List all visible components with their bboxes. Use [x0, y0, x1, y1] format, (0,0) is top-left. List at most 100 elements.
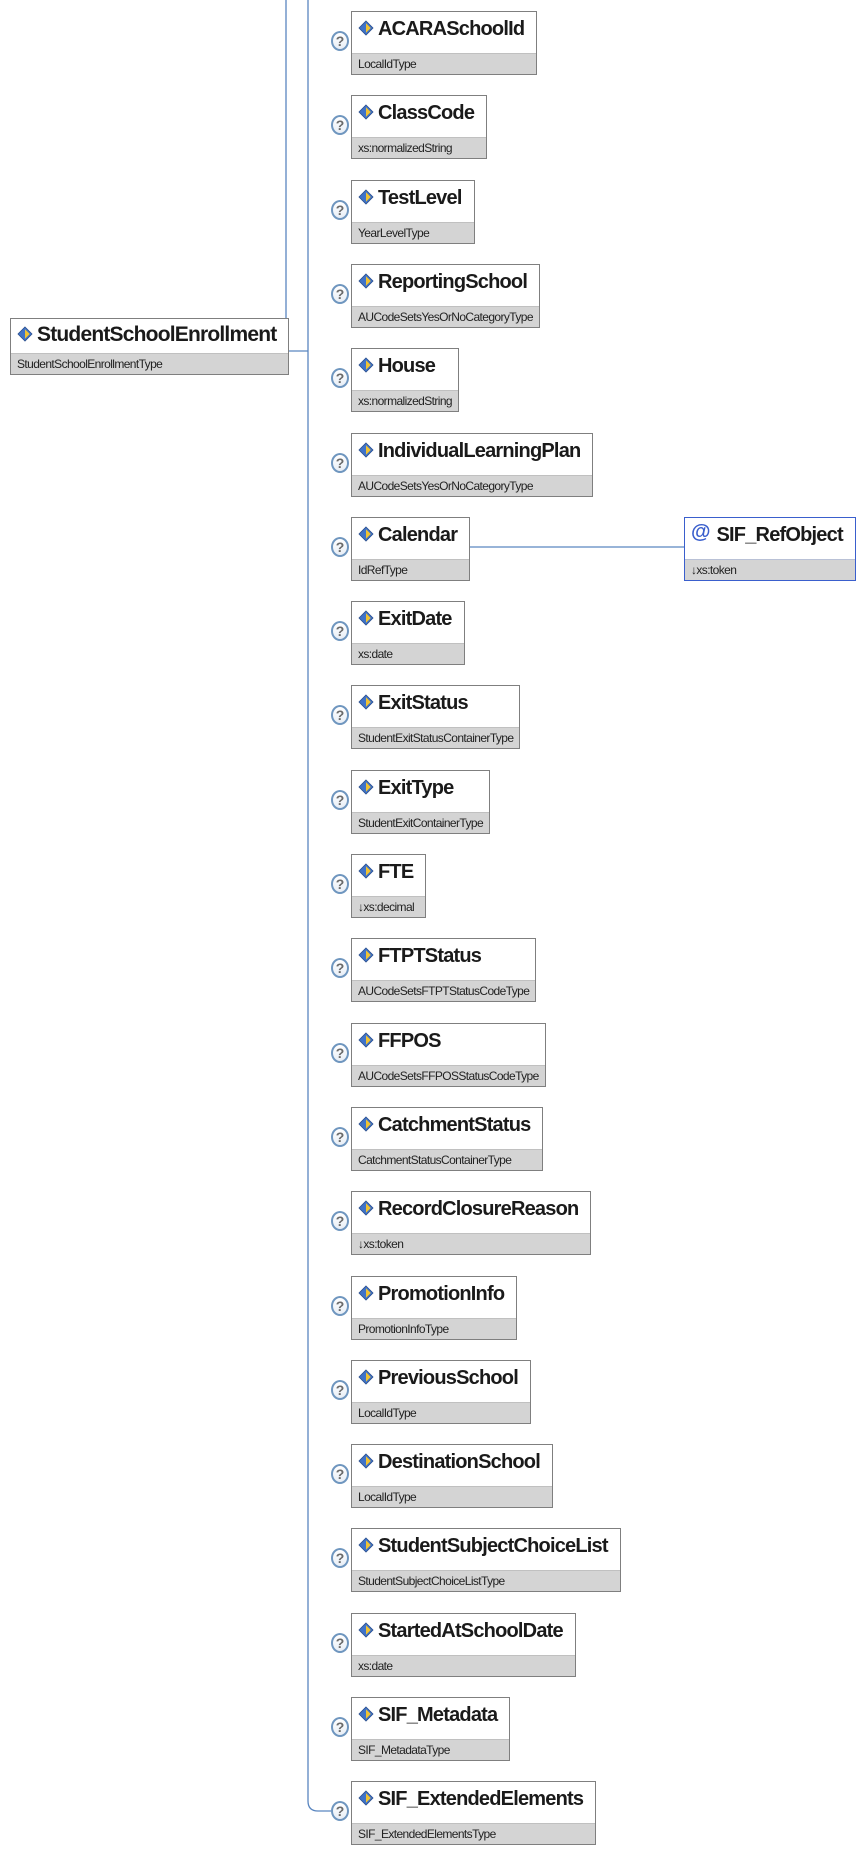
child-element-box[interactable]: FTE ↓xs:decimal	[351, 854, 427, 918]
element-icon	[358, 20, 374, 36]
help-icon[interactable]: ?	[331, 200, 349, 220]
child-element-name: ExitStatus	[378, 692, 469, 714]
child-element-type: CatchmentStatusContainerType	[352, 1149, 543, 1170]
child-element-type: xs:date	[352, 1655, 575, 1676]
help-icon[interactable]: ?	[331, 31, 349, 51]
child-element-type: xs:normalizedString	[352, 137, 487, 158]
help-icon[interactable]: ?	[331, 1801, 349, 1821]
child-element-type: YearLevelType	[352, 222, 474, 243]
element-icon	[358, 1285, 374, 1301]
child-element-name: Calendar	[378, 524, 458, 546]
help-icon[interactable]: ?	[331, 790, 349, 810]
help-icon[interactable]: ?	[331, 1717, 349, 1737]
child-element-box[interactable]: ExitDate xs:date	[351, 601, 465, 665]
element-icon	[358, 1706, 374, 1722]
child-element-name: SIF_Metadata	[378, 1704, 498, 1726]
element-icon	[358, 1790, 374, 1806]
element-icon	[358, 273, 374, 289]
child-element-type: SIF_MetadataType	[352, 1739, 510, 1760]
root-element-type: StudentSchoolEnrollmentType	[11, 353, 289, 374]
child-element-box[interactable]: CatchmentStatus CatchmentStatusContainerT…	[351, 1107, 544, 1171]
help-icon[interactable]: ?	[331, 1043, 349, 1063]
help-icon[interactable]: ?	[331, 368, 349, 388]
element-icon	[358, 526, 374, 542]
child-element-name: RecordClosureReason	[378, 1198, 579, 1220]
child-element-name: PreviousSchool	[378, 1367, 519, 1389]
attribute-box-sif-refobject[interactable]: @ SIF_RefObject ↓xs:token	[684, 517, 856, 581]
element-icon	[358, 442, 374, 458]
element-icon	[358, 1622, 374, 1638]
element-icon	[17, 326, 33, 342]
help-icon[interactable]: ?	[331, 284, 349, 304]
child-element-name: FTPTStatus	[378, 945, 482, 967]
attribute-icon: @	[691, 521, 711, 543]
element-icon	[358, 1369, 374, 1385]
child-element-box[interactable]: ClassCode xs:normalizedString	[351, 95, 488, 159]
child-element-name: ExitDate	[378, 608, 452, 630]
child-element-type: SIF_ExtendedElementsType	[352, 1823, 596, 1844]
help-icon[interactable]: ?	[331, 874, 349, 894]
child-element-box[interactable]: ACARASchoolId LocalIdType	[351, 11, 538, 75]
child-element-type: ↓xs:decimal	[352, 896, 426, 917]
child-element-box[interactable]: ExitStatus StudentExitStatusContainerType	[351, 685, 521, 749]
child-element-box[interactable]: TestLevel YearLevelType	[351, 180, 475, 244]
child-element-box[interactable]: House xs:normalizedString	[351, 348, 459, 412]
help-icon[interactable]: ?	[331, 115, 349, 135]
root-element-box[interactable]: StudentSchoolEnrollment StudentSchoolEnr…	[10, 318, 290, 375]
element-icon	[358, 1116, 374, 1132]
help-icon[interactable]: ?	[331, 705, 349, 725]
child-element-box[interactable]: SIF_Metadata SIF_MetadataType	[351, 1697, 511, 1761]
element-icon	[358, 863, 374, 879]
child-element-box[interactable]: SIF_ExtendedElements SIF_ExtendedElements…	[351, 1781, 597, 1845]
child-element-box[interactable]: FFPOS AUCodeSetsFFPOSStatusCodeType	[351, 1023, 546, 1087]
child-element-name: ExitType	[378, 777, 454, 799]
help-icon[interactable]: ?	[331, 1380, 349, 1400]
element-icon	[358, 1032, 374, 1048]
child-element-type: StudentExitStatusContainerType	[352, 727, 520, 748]
child-element-type: AUCodeSetsYesOrNoCategoryType	[352, 475, 593, 496]
child-element-type: xs:date	[352, 643, 464, 664]
child-element-box[interactable]: IndividualLearningPlan AUCodeSetsYesOrNoC…	[351, 433, 594, 497]
element-icon	[358, 104, 374, 120]
child-element-box[interactable]: Calendar IdRefType	[351, 517, 471, 581]
child-element-type: ↓xs:token	[352, 1233, 591, 1254]
help-icon[interactable]: ?	[331, 1548, 349, 1568]
help-icon[interactable]: ?	[331, 1464, 349, 1484]
child-element-box[interactable]: DestinationSchool LocalIdType	[351, 1444, 553, 1508]
connector-line	[307, 1800, 331, 1812]
help-icon[interactable]: ?	[331, 1211, 349, 1231]
child-element-type: xs:normalizedString	[352, 390, 458, 411]
child-element-box[interactable]: StartedAtSchoolDate xs:date	[351, 1613, 576, 1677]
help-icon[interactable]: ?	[331, 1127, 349, 1147]
child-element-box[interactable]: RecordClosureReason ↓xs:token	[351, 1191, 592, 1255]
element-icon	[358, 357, 374, 373]
element-icon	[358, 610, 374, 626]
help-icon[interactable]: ?	[331, 537, 349, 557]
child-element-name: ACARASchoolId	[378, 18, 525, 40]
help-icon[interactable]: ?	[331, 958, 349, 978]
element-icon	[358, 1537, 374, 1553]
help-icon[interactable]: ?	[331, 453, 349, 473]
element-icon	[358, 189, 374, 205]
child-element-type: IdRefType	[352, 559, 470, 580]
child-element-name: PromotionInfo	[378, 1283, 505, 1305]
child-element-name: ReportingSchool	[378, 271, 528, 293]
child-element-name: DestinationSchool	[378, 1451, 541, 1473]
attribute-type: ↓xs:token	[685, 559, 855, 580]
child-element-name: House	[378, 355, 436, 377]
child-element-name: TestLevel	[378, 187, 462, 209]
child-element-box[interactable]: FTPTStatus AUCodeSetsFTPTStatusCodeType	[351, 938, 537, 1002]
child-element-name: FTE	[378, 861, 414, 883]
child-element-type: AUCodeSetsYesOrNoCategoryType	[352, 306, 540, 327]
child-element-box[interactable]: PreviousSchool LocalIdType	[351, 1360, 531, 1424]
help-icon[interactable]: ?	[331, 1633, 349, 1653]
child-element-box[interactable]: ExitType StudentExitContainerType	[351, 770, 491, 834]
help-icon[interactable]: ?	[331, 621, 349, 641]
child-element-box[interactable]: ReportingSchool AUCodeSetsYesOrNoCategory…	[351, 264, 541, 328]
child-element-box[interactable]: StudentSubjectChoiceList StudentSubjectCh…	[351, 1528, 621, 1592]
child-element-box[interactable]: PromotionInfo PromotionInfoType	[351, 1276, 518, 1340]
help-icon[interactable]: ?	[331, 1296, 349, 1316]
child-element-type: LocalIdType	[352, 1486, 552, 1507]
child-element-name: CatchmentStatus	[378, 1114, 531, 1136]
child-element-name: StudentSubjectChoiceList	[378, 1535, 609, 1557]
